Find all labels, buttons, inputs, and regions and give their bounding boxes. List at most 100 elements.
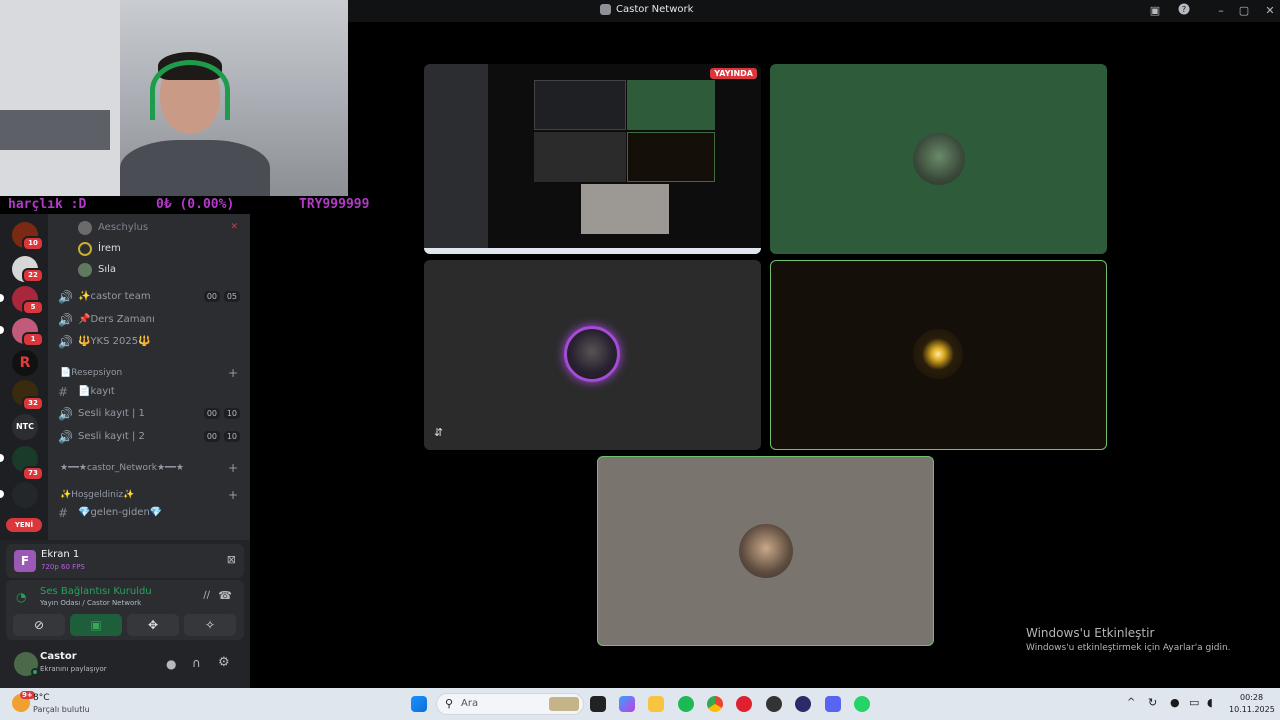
weather-temp: 8°C [33,693,50,703]
headphones-icon[interactable]: ∩ [192,656,201,670]
gear-icon[interactable]: ⚙ [218,655,230,670]
voice-channel[interactable]: 🔊 Sesli kayıt | 1 00 10 [48,404,250,424]
app-logo-icon [600,4,611,15]
copilot-icon[interactable] [619,696,635,712]
app-icon[interactable] [795,696,811,712]
unread-indicator [0,454,4,462]
camera-toggle-button[interactable]: ⊘ [13,614,65,636]
video-tile-black[interactable] [770,260,1107,450]
app-icon[interactable] [766,696,782,712]
activities-button[interactable]: ✥ [127,614,179,636]
user-limit: 05 [223,291,240,302]
stream-ticker: harçlık :D 0₺ (0.00%) TRY999999 [0,196,380,214]
signal-icon: ◔ [16,590,27,604]
channel-name: 📌Ders Zamanı [78,314,155,325]
stream-quality: 720p 60 FPS [41,563,85,571]
svg-text:?: ? [1182,5,1186,14]
deafened-icon: ✕ [230,222,238,232]
new-badge[interactable]: YENİ [6,518,42,532]
task-view-icon[interactable] [590,696,606,712]
participant-avatar [739,524,793,578]
member-avatar [78,242,92,256]
windows-start-icon[interactable] [411,696,427,712]
ticker-left: harçlık :D [8,197,87,212]
microphone-icon[interactable]: ● [166,657,176,671]
window-title: Castor Network [600,4,693,15]
hash-icon: # [58,385,69,399]
spotify-icon[interactable] [678,696,694,712]
network-icon[interactable]: ▭ [1189,696,1199,709]
channel-name: Sesli kayıt | 1 [78,408,145,419]
clock-date[interactable]: 10.11.2025 [1229,705,1275,714]
webcam-person-body [120,140,270,196]
tray-chevron-icon[interactable]: ^ [1127,697,1135,708]
clock-time[interactable]: 00:28 [1240,693,1263,702]
server-badge: 5 [22,300,44,315]
user-name: Castor [40,651,77,662]
server-icon[interactable] [12,482,38,508]
channel-category[interactable]: ★━━★castor_Network★━━★ + [48,459,250,479]
server-badge: 22 [22,268,44,283]
stream-indicator-icon: ⇵ [434,426,444,439]
server-icon[interactable]: R [12,350,38,376]
screen-share-button[interactable]: ▣ [70,614,122,636]
window-title-text: Castor Network [616,4,694,15]
participant-avatar [913,329,963,379]
minimize-icon[interactable]: – [1212,3,1230,19]
video-tile-grey[interactable] [597,456,934,646]
volume-icon[interactable]: ◖ [1207,696,1213,709]
search-input[interactable]: ⚲ Ara [436,693,584,715]
voice-location[interactable]: Yayın Odası / Castor Network [40,599,141,607]
soundboard-button[interactable]: ✧ [184,614,236,636]
channel-category[interactable]: 📄Resepsiyon + [48,364,250,384]
maximize-icon[interactable]: ▢ [1235,3,1253,19]
whatsapp-icon[interactable] [854,696,870,712]
stream-preview-card[interactable]: F Ekran 1 720p 60 FPS ⊠ [6,544,244,578]
voice-channel[interactable]: 🔊 Sesli kayıt | 2 00 10 [48,427,250,447]
file-explorer-icon[interactable] [648,696,664,712]
screen-share-tile[interactable]: YAYINDA [424,64,761,254]
server-icon[interactable]: NTC [12,414,38,440]
member-avatar [78,263,92,277]
opera-icon[interactable] [736,696,752,712]
stop-stream-icon[interactable]: ⊠ [227,553,236,566]
voice-channel[interactable]: 🔊 ✨castor team 00 05 [48,287,250,307]
ticker-mid: 0₺ (0.00%) [156,197,235,212]
text-channel[interactable]: # 💎gelen-giden💎 [48,503,250,523]
add-channel-icon[interactable]: + [228,366,238,380]
voice-status[interactable]: Ses Bağlantısı Kuruldu [40,586,152,597]
chrome-icon[interactable] [707,696,723,712]
preview-sidebar [424,64,488,248]
text-channel[interactable]: # 📄kayıt [48,382,250,402]
unread-indicator [0,326,4,334]
user-card[interactable]: Castor Ekranını paylaşıyor ● ∩ ⚙ [6,646,244,684]
microphone-icon[interactable]: ● [1170,696,1180,709]
preview-screen [534,80,626,130]
inbox-icon[interactable]: ▣ [1146,3,1164,19]
add-channel-icon[interactable]: + [228,488,238,502]
server-badge: 32 [22,396,44,411]
disconnect-icon[interactable]: ☎ [218,589,232,602]
close-icon[interactable]: ✕ [1261,3,1279,19]
server-badge: 73 [22,466,44,481]
activation-title: Windows'u Etkinleştir [1026,626,1155,640]
stream-title: Ekran 1 [41,549,80,560]
webcam-background [0,0,120,196]
voice-channel[interactable]: 🔊 🔱YKS 2025🔱 [48,332,250,352]
member-name: Sıla [98,264,117,275]
add-channel-icon[interactable]: + [228,461,238,475]
search-icon: ⚲ [445,697,454,710]
user-count: 00 [203,431,220,442]
participant-avatar [913,133,965,185]
noise-suppression-icon[interactable]: ∕∕ [203,590,210,601]
live-badge: YAYINDA [710,68,757,79]
video-tile-green[interactable] [770,64,1107,254]
video-tile-dark[interactable]: ⇵ [424,260,761,450]
voice-channel[interactable]: 🔊 📌Ders Zamanı [48,310,250,330]
webcam-shelf [0,110,110,150]
discord-icon[interactable] [825,696,841,712]
sync-icon[interactable]: ↻ [1148,696,1157,709]
webcam-overlay [0,0,348,196]
help-icon[interactable]: ? [1175,3,1193,19]
hash-icon: # [58,506,69,520]
